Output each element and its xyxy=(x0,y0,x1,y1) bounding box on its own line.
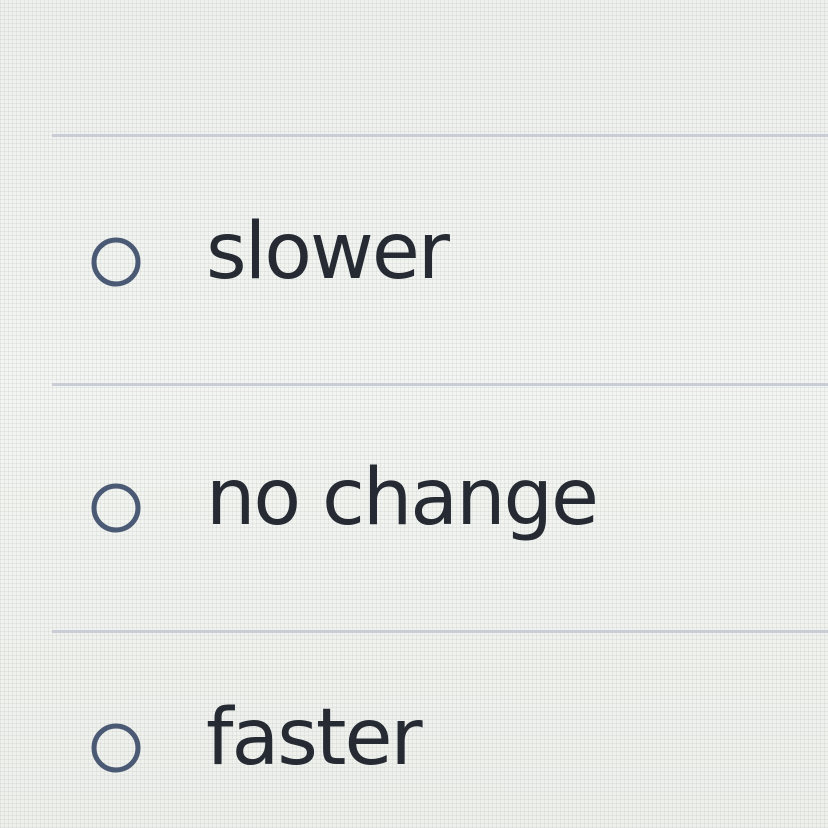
option-label-slower: slower xyxy=(206,207,450,297)
radio-button-unchecked-icon[interactable] xyxy=(84,716,148,780)
radio-button-unchecked-icon[interactable] xyxy=(84,230,148,294)
option-no-change[interactable]: no change xyxy=(84,459,599,550)
top-divider xyxy=(52,134,828,137)
option-label-no-change: no change xyxy=(206,453,599,543)
option-label-faster: faster xyxy=(206,693,423,783)
radio-button-unchecked-icon[interactable] xyxy=(84,476,148,540)
divider-after-slower xyxy=(52,383,828,386)
option-slower[interactable]: slower xyxy=(84,213,450,304)
answer-choices-panel: slower no change faster xyxy=(0,0,828,828)
option-faster[interactable]: faster xyxy=(84,699,423,790)
divider-after-no-change xyxy=(52,630,828,633)
